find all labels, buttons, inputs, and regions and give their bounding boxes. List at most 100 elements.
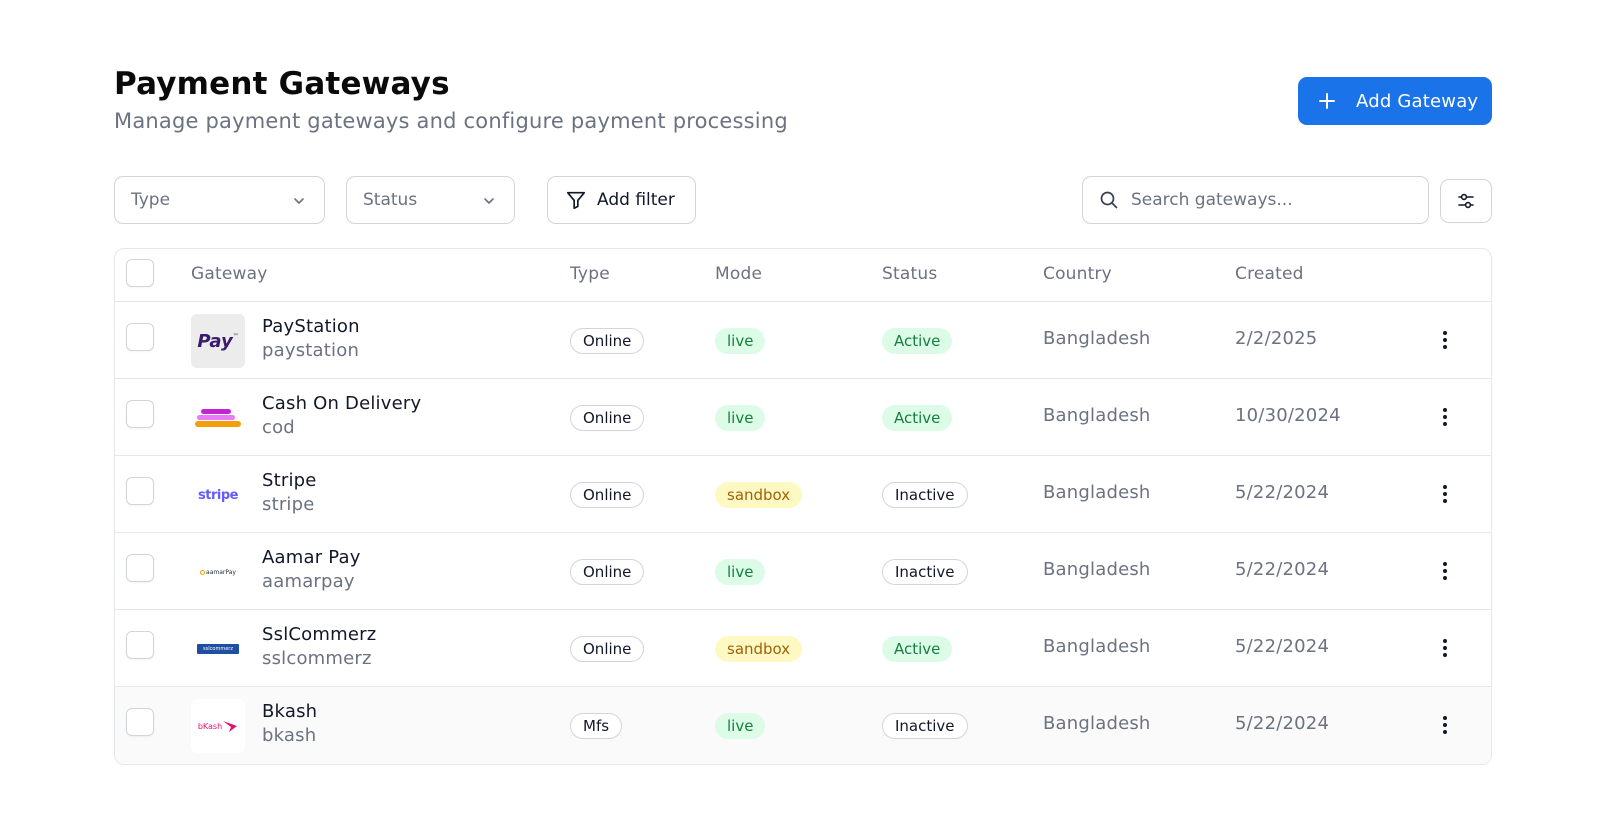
gateway-slug: paystation [262, 340, 360, 361]
column-header-country[interactable]: Country [1043, 264, 1112, 284]
row-actions-button[interactable] [1433, 482, 1457, 506]
table-header: Gateway Type Mode Status Country Created [115, 249, 1491, 302]
page-subtitle: Manage payment gateways and configure pa… [114, 109, 788, 133]
chevron-down-icon [484, 198, 494, 204]
created-cell: 5/22/2024 [1235, 713, 1330, 734]
column-header-type[interactable]: Type [570, 264, 610, 284]
filter-icon [566, 191, 586, 210]
sliders-icon [1458, 193, 1474, 209]
sslcommerz-logo: sslcommerz [191, 622, 245, 676]
created-cell: 10/30/2024 [1235, 405, 1341, 426]
select-all-checkbox[interactable] [126, 259, 154, 287]
table-row[interactable]: stripe Stripe stripe Online sandbox Inac… [115, 456, 1491, 533]
table-row[interactable]: Pay ™ PayStation paystation Online live A… [115, 302, 1491, 379]
gateway-slug: bkash [262, 725, 317, 746]
gateway-name: PayStation [262, 316, 360, 337]
gateway-slug: cod [262, 417, 295, 438]
mode-badge: sandbox [715, 636, 803, 662]
row-actions-button[interactable] [1433, 713, 1457, 737]
type-select-label: Type [131, 190, 171, 210]
type-badge: Online [570, 636, 645, 662]
table-row[interactable]: bKash Bkash bkash Mfs live Inactive Bang… [115, 687, 1491, 764]
more-vertical-icon [1443, 331, 1447, 349]
more-vertical-icon [1443, 408, 1447, 426]
more-vertical-icon [1443, 716, 1447, 734]
column-header-gateway[interactable]: Gateway [191, 264, 268, 284]
row-checkbox[interactable] [126, 631, 154, 659]
row-checkbox[interactable] [126, 477, 154, 505]
mode-badge: live [715, 328, 766, 354]
column-header-status[interactable]: Status [882, 264, 937, 284]
status-select-label: Status [363, 190, 418, 210]
row-actions-button[interactable] [1433, 559, 1457, 583]
created-cell: 5/22/2024 [1235, 559, 1330, 580]
country-cell: Bangladesh [1043, 636, 1151, 657]
created-cell: 5/22/2024 [1235, 482, 1330, 503]
country-cell: Bangladesh [1043, 328, 1151, 349]
row-checkbox[interactable] [126, 554, 154, 582]
add-filter-label: Add filter [597, 190, 675, 210]
add-filter-button[interactable]: Add filter [547, 176, 696, 224]
status-badge: Active [882, 328, 953, 354]
mode-badge: sandbox [715, 482, 803, 508]
row-checkbox[interactable] [126, 708, 154, 736]
gateway-name: SslCommerz [262, 624, 377, 645]
toolbar: Type Status Add filter [114, 176, 1492, 224]
type-badge: Online [570, 328, 645, 354]
gateway-slug: aamarpay [262, 571, 355, 592]
column-header-created[interactable]: Created [1235, 264, 1304, 284]
row-actions-button[interactable] [1433, 636, 1457, 660]
gateways-table: Gateway Type Mode Status Country Created… [114, 248, 1492, 765]
search-icon [1100, 191, 1118, 209]
search-box[interactable] [1082, 176, 1429, 224]
row-actions-button[interactable] [1433, 405, 1457, 429]
gateway-name: Cash On Delivery [262, 393, 422, 414]
more-vertical-icon [1443, 562, 1447, 580]
paystation-logo: Pay ™ [191, 314, 245, 368]
status-badge: Inactive [882, 559, 968, 585]
add-gateway-button[interactable]: Add Gateway [1298, 77, 1492, 125]
type-badge: Online [570, 559, 645, 585]
mode-badge: live [715, 559, 766, 585]
gateway-name: Stripe [262, 470, 317, 491]
gateway-slug: sslcommerz [262, 648, 372, 669]
status-badge: Active [882, 405, 953, 431]
page: Payment Gateways Manage payment gateways… [114, 64, 1492, 765]
country-cell: Bangladesh [1043, 713, 1151, 734]
country-cell: Bangladesh [1043, 405, 1151, 426]
add-gateway-label: Add Gateway [1356, 90, 1479, 112]
status-badge: Active [882, 636, 953, 662]
type-badge: Online [570, 482, 645, 508]
type-badge: Mfs [570, 713, 623, 739]
view-settings-button[interactable] [1440, 179, 1492, 223]
gateway-slug: stripe [262, 494, 315, 515]
table-row[interactable]: Cash On Delivery cod Online live Active … [115, 379, 1491, 456]
cod-logo [191, 391, 245, 445]
created-cell: 5/22/2024 [1235, 636, 1330, 657]
row-actions-button[interactable] [1433, 328, 1457, 352]
type-select[interactable]: Type [114, 176, 325, 224]
row-checkbox[interactable] [126, 400, 154, 428]
gateway-name: Aamar Pay [262, 547, 361, 568]
status-select[interactable]: Status [346, 176, 515, 224]
bkash-logo: bKash [191, 699, 245, 753]
more-vertical-icon [1443, 485, 1447, 503]
country-cell: Bangladesh [1043, 559, 1151, 580]
plus-icon [1298, 91, 1356, 111]
page-title: Payment Gateways [114, 66, 450, 102]
chevron-down-icon [294, 198, 304, 204]
mode-badge: live [715, 405, 766, 431]
row-checkbox[interactable] [126, 323, 154, 351]
table-row[interactable]: sslcommerz SslCommerz sslcommerz Online … [115, 610, 1491, 687]
table-row[interactable]: aamarPay Aamar Pay aamarpay Online live … [115, 533, 1491, 610]
type-badge: Online [570, 405, 645, 431]
aamarpay-logo: aamarPay [191, 545, 245, 599]
status-badge: Inactive [882, 482, 968, 508]
mode-badge: live [715, 713, 766, 739]
search-input[interactable] [1131, 190, 1421, 210]
column-header-mode[interactable]: Mode [715, 264, 762, 284]
stripe-logo: stripe [198, 487, 238, 503]
more-vertical-icon [1443, 639, 1447, 657]
created-cell: 2/2/2025 [1235, 328, 1318, 349]
status-badge: Inactive [882, 713, 968, 739]
